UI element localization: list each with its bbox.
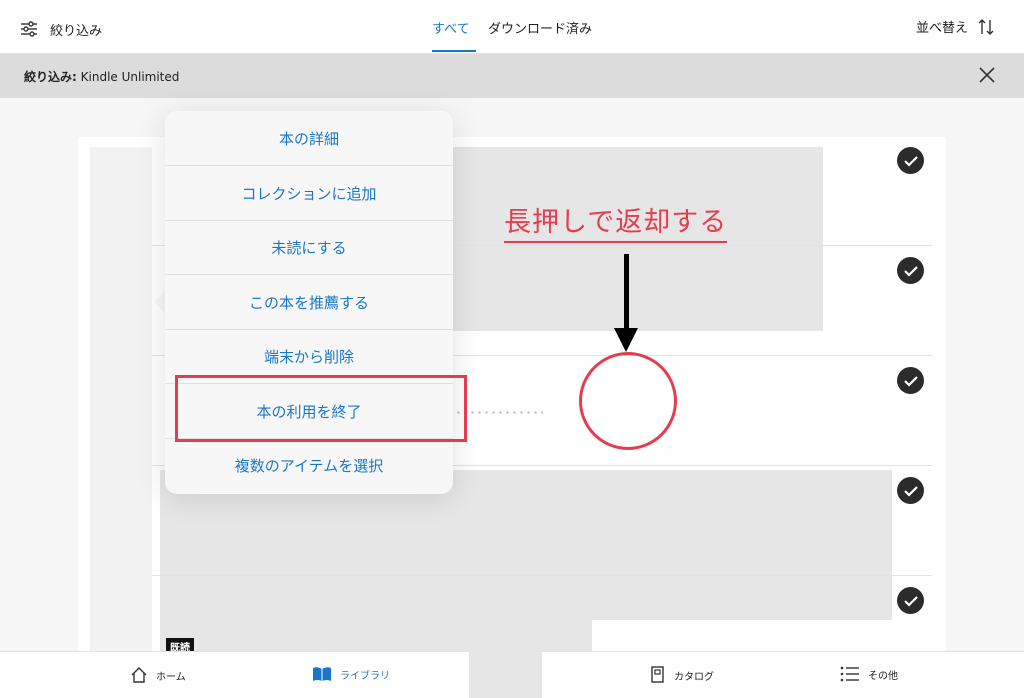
checkmark-icon[interactable]	[897, 367, 924, 394]
highlight-box	[175, 375, 467, 442]
nav-home[interactable]: ホーム	[130, 666, 186, 684]
nav-catalog[interactable]: カタログ	[650, 666, 714, 684]
checkmark-icon[interactable]	[897, 477, 924, 504]
top-toolbar: 絞り込み すべて ダウンロード済み 並べ替え	[0, 0, 1024, 54]
checkmark-icon[interactable]	[897, 257, 924, 284]
sort-button-label: 並べ替え	[915, 21, 968, 36]
active-filter-bar: 絞り込み: Kindle Unlimited	[0, 54, 1024, 98]
annotation-circle	[579, 352, 677, 450]
nav-more[interactable]: その他	[840, 666, 898, 682]
nav-home-label: ホーム	[156, 671, 186, 683]
tab-all[interactable]: すべて	[432, 18, 476, 52]
filter-button-label: 絞り込み	[50, 23, 103, 39]
book-icon	[313, 667, 331, 681]
menu-item-select-multiple[interactable]: 複数のアイテムを選択	[165, 438, 453, 493]
close-icon[interactable]	[978, 66, 996, 84]
checkmark-icon[interactable]	[897, 147, 924, 174]
menu-item-mark-unread[interactable]: 未読にする	[165, 220, 453, 275]
view-tabs: すべて ダウンロード済み	[432, 18, 592, 52]
filter-button[interactable]: 絞り込み	[20, 17, 102, 41]
nav-catalog-label: カタログ	[674, 671, 714, 683]
annotation-text: 長押しで返却する	[504, 200, 728, 243]
more-icon	[840, 666, 859, 682]
tab-downloaded[interactable]: ダウンロード済み	[488, 18, 592, 52]
home-icon	[131, 667, 147, 683]
menu-item-add-to-collection[interactable]: コレクションに追加	[165, 166, 453, 221]
nav-library[interactable]: ライブラリ	[312, 666, 390, 682]
redaction-block	[469, 631, 542, 698]
menu-item-book-details[interactable]: 本の詳細	[165, 111, 453, 166]
menu-item-recommend[interactable]: この本を推薦する	[165, 275, 453, 330]
row-divider	[152, 575, 932, 576]
active-filter-label: 絞り込み: Kindle Unlimited	[24, 68, 179, 85]
book-cover-placeholder	[90, 147, 152, 651]
active-filter-prefix: 絞り込み:	[24, 70, 77, 84]
dotted-connector	[455, 411, 543, 414]
nav-library-label: ライブラリ	[340, 670, 390, 682]
sort-arrows-icon	[978, 18, 994, 35]
annotation-arrow	[624, 254, 629, 332]
arrow-down-icon	[614, 328, 638, 352]
sort-button[interactable]: 並べ替え	[916, 17, 994, 36]
nav-more-label: その他	[868, 670, 898, 682]
filter-sliders-icon	[21, 21, 37, 37]
checkmark-icon[interactable]	[897, 587, 924, 614]
catalog-icon	[651, 666, 664, 683]
active-filter-value: Kindle Unlimited	[80, 70, 180, 84]
